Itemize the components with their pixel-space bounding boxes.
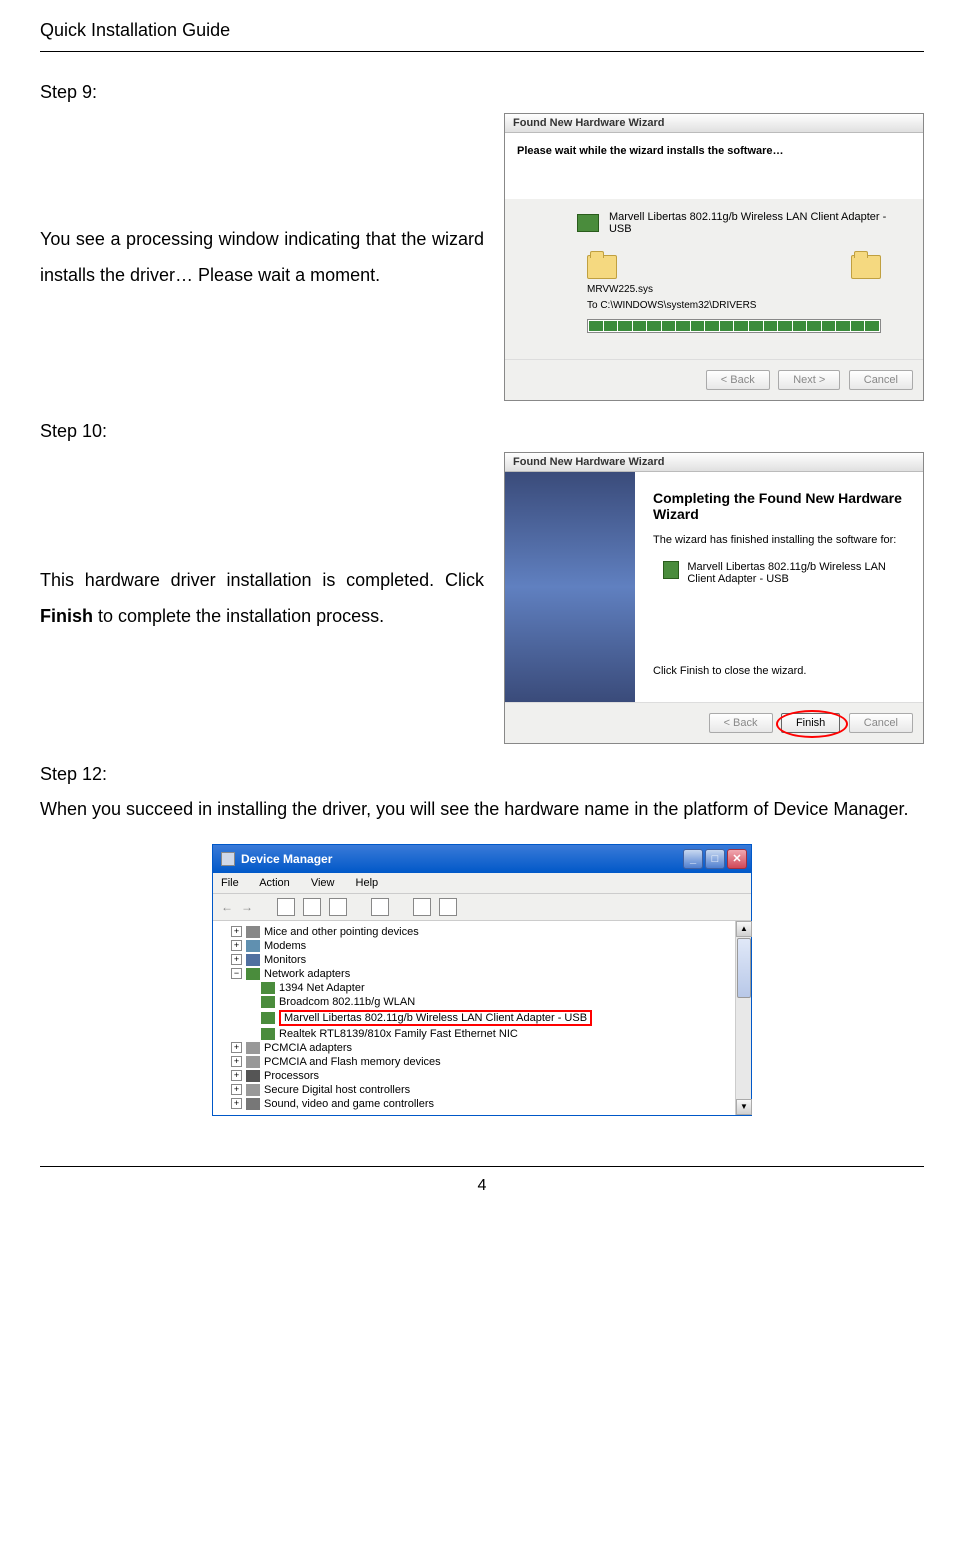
wizard-sidebar-graphic — [505, 472, 635, 702]
tree-child-item: Realtek RTL8139/810x Family Fast Etherne… — [279, 1028, 518, 1040]
step12-description: When you succeed in installing the drive… — [40, 795, 924, 824]
network-card-icon — [577, 214, 599, 232]
highlighted-device: Marvell Libertas 802.11g/b Wireless LAN … — [279, 1010, 592, 1026]
cancel-button: Cancel — [849, 370, 913, 390]
tree-item: Processors — [264, 1070, 319, 1082]
toolbar-icon — [303, 898, 321, 916]
tree-item: PCMCIA adapters — [264, 1042, 352, 1054]
step9-label: Step 9: — [40, 82, 924, 103]
step12-label: Step 12: — [40, 764, 924, 785]
maximize-button: □ — [705, 849, 725, 869]
tree-item: Sound, video and game controllers — [264, 1098, 434, 1110]
tree-item: Network adapters — [264, 968, 350, 980]
menu-view: View — [311, 877, 335, 889]
back-button: < Back — [706, 370, 770, 390]
source-folder-icon — [587, 255, 617, 279]
menu-action: Action — [259, 877, 290, 889]
expander-icon: + — [231, 1070, 242, 1081]
step10-wizard-screenshot: Found New Hardware Wizard Completing the… — [504, 452, 924, 744]
menu-bar: File Action View Help — [213, 873, 751, 894]
copying-filename: MRVW225.sys — [587, 284, 911, 295]
expander-icon: − — [231, 968, 242, 979]
close-button: ✕ — [727, 849, 747, 869]
next-button: Next > — [778, 370, 840, 390]
cancel-button: Cancel — [849, 713, 913, 733]
monitor-icon — [246, 954, 260, 966]
expander-icon: + — [231, 954, 242, 965]
step9-wizard-screenshot: Found New Hardware Wizard Please wait wh… — [504, 113, 924, 401]
network-adapter-icon — [261, 1012, 275, 1024]
device-manager-title: Device Manager — [241, 852, 332, 866]
device-manager-screenshot: Device Manager _ □ ✕ File Action View He… — [212, 844, 752, 1116]
mouse-icon — [246, 926, 260, 938]
network-card-icon — [663, 561, 679, 579]
tree-child-item: 1394 Net Adapter — [279, 982, 365, 994]
sound-icon — [246, 1098, 260, 1110]
expander-icon: + — [231, 926, 242, 937]
toolbar-icon — [329, 898, 347, 916]
toolbar-icon — [413, 898, 431, 916]
arrow-left-icon: ← — [221, 900, 233, 914]
wizard-instruction: Please wait while the wizard installs th… — [517, 145, 911, 157]
network-adapter-icon — [261, 982, 275, 994]
device-name: Marvell Libertas 802.11g/b Wireless LAN … — [609, 211, 911, 235]
modem-icon — [246, 940, 260, 952]
step10-label: Step 10: — [40, 421, 924, 442]
tree-item: Modems — [264, 940, 306, 952]
tree-item: PCMCIA and Flash memory devices — [264, 1056, 441, 1068]
page-header: Quick Installation Guide — [40, 20, 924, 52]
scroll-thumb — [737, 938, 751, 998]
wizard-complete-subtext: The wizard has finished installing the s… — [653, 534, 905, 546]
device-tree: + Mice and other pointing devices + Modems… — [213, 921, 751, 1115]
wizard-complete-heading: Completing the Found New Hardware Wizard — [653, 490, 905, 522]
step10-text-bold: Finish — [40, 606, 93, 626]
expander-icon: + — [231, 1084, 242, 1095]
back-button: < Back — [709, 713, 773, 733]
wizard-finish-hint: Click Finish to close the wizard. — [653, 665, 905, 677]
toolbar-icon — [277, 898, 295, 916]
scroll-up-button: ▲ — [736, 921, 752, 937]
sd-icon — [246, 1084, 260, 1096]
minimize-button: _ — [683, 849, 703, 869]
device-manager-icon — [221, 852, 235, 866]
network-adapter-icon — [261, 996, 275, 1008]
page-number: 4 — [478, 1177, 487, 1194]
step10-text-pre: This hardware driver installation is com… — [40, 570, 484, 590]
network-adapter-icon — [261, 1028, 275, 1040]
expander-icon: + — [231, 1056, 242, 1067]
step10-description: This hardware driver installation is com… — [40, 562, 484, 634]
document-title: Quick Installation Guide — [40, 20, 924, 41]
dest-folder-icon — [851, 255, 881, 279]
processor-icon — [246, 1070, 260, 1082]
finish-button: Finish — [781, 713, 840, 733]
expander-icon: + — [231, 1042, 242, 1053]
tree-child-item: Broadcom 802.11b/g WLAN — [279, 996, 415, 1008]
menu-file: File — [221, 877, 239, 889]
arrow-right-icon: → — [241, 900, 253, 914]
pcmcia-flash-icon — [246, 1056, 260, 1068]
toolbar-icon — [371, 898, 389, 916]
menu-help: Help — [356, 877, 379, 889]
toolbar-icon — [439, 898, 457, 916]
copying-destination: To C:\WINDOWS\system32\DRIVERS — [587, 300, 911, 311]
tree-item: Mice and other pointing devices — [264, 926, 419, 938]
expander-icon: + — [231, 1098, 242, 1109]
network-adapter-icon — [246, 968, 260, 980]
tree-item: Secure Digital host controllers — [264, 1084, 410, 1096]
tree-item: Monitors — [264, 954, 306, 966]
wizard-title: Found New Hardware Wizard — [505, 453, 923, 472]
pcmcia-icon — [246, 1042, 260, 1054]
install-progress-bar — [587, 319, 881, 333]
toolbar: ← → — [213, 894, 751, 921]
wizard-title: Found New Hardware Wizard — [505, 114, 923, 133]
step10-text-post: to complete the installation process. — [93, 606, 384, 626]
expander-icon: + — [231, 940, 242, 951]
step9-description: You see a processing window indicating t… — [40, 221, 484, 293]
page-footer: 4 — [40, 1166, 924, 1195]
scrollbar: ▲ ▼ — [735, 921, 751, 1115]
scroll-down-button: ▼ — [736, 1099, 752, 1115]
installed-device-name: Marvell Libertas 802.11g/b Wireless LAN … — [687, 561, 905, 585]
